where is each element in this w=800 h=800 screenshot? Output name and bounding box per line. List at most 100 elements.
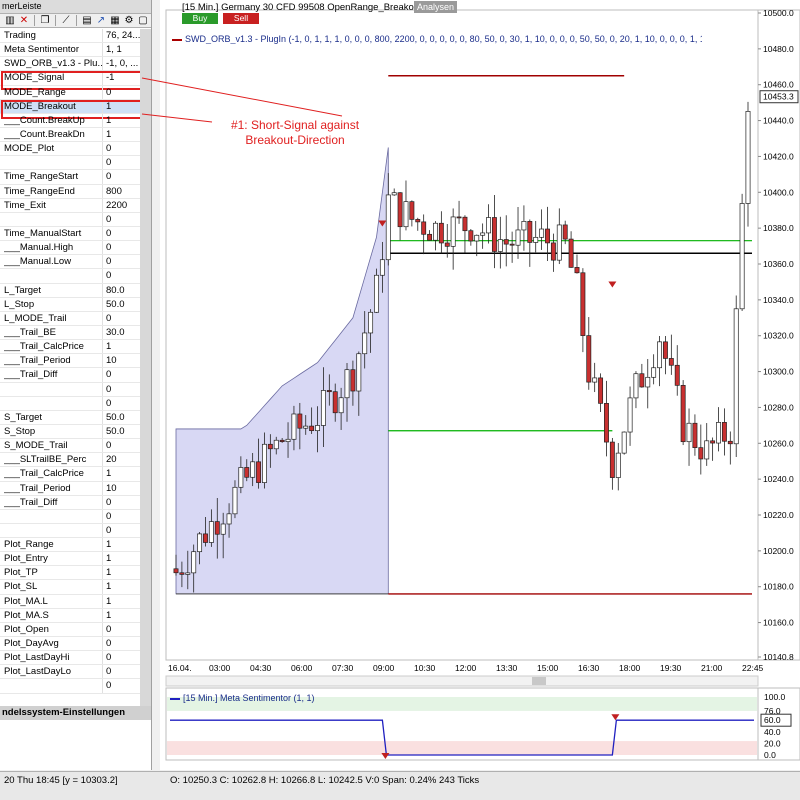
property-row[interactable]: S_Target 50.0 bbox=[0, 410, 151, 425]
property-row[interactable]: 0 bbox=[0, 679, 151, 694]
property-row[interactable]: Plot_Range 1 bbox=[0, 538, 151, 553]
time-label: 16.04. bbox=[168, 663, 192, 673]
status-datetime: 20 Thu 18:45 [y = 10303.2] bbox=[4, 775, 118, 786]
property-name: ___Manual.High bbox=[4, 242, 74, 254]
property-row[interactable]: 0 bbox=[0, 156, 151, 171]
property-row[interactable]: Meta Sentimentor 1, 1 bbox=[0, 43, 151, 58]
property-name: S_MODE_Trail bbox=[4, 440, 68, 452]
candle-body bbox=[409, 201, 415, 220]
property-row[interactable]: ___Count.BreakDn 1 bbox=[0, 127, 151, 143]
property-row[interactable]: S_MODE_Trail 0 bbox=[0, 439, 151, 454]
time-label: 18:00 bbox=[619, 663, 641, 673]
page-icon[interactable]: ▢ bbox=[137, 15, 149, 26]
property-row[interactable]: ___Trail_Period 10 bbox=[0, 354, 151, 369]
sentiment-scale-label: 60.0 bbox=[764, 715, 781, 725]
candle-body bbox=[592, 377, 598, 383]
property-row[interactable]: Plot_TP 1 bbox=[0, 566, 151, 581]
candle-body bbox=[633, 373, 639, 399]
property-divider bbox=[102, 396, 103, 410]
properties-panel: merLeiste ▥ ✕ ❐ ⟋ ▤ ↗ ▦ ⚙ ▢ Trading 76, 2… bbox=[0, 0, 152, 770]
property-divider bbox=[102, 29, 103, 43]
property-row[interactable]: Plot_Entry 1 bbox=[0, 552, 151, 567]
candle-body bbox=[580, 272, 586, 336]
property-row[interactable]: Time_ManualStart 0 bbox=[0, 226, 151, 242]
price-chart[interactable]: 10500.0 10480.0 10460.0 10440.0 10420.0 10400… bbox=[160, 0, 800, 770]
property-row[interactable]: SWD_ORB_v1.3 - Plu... -1, 0, ... bbox=[0, 57, 151, 72]
property-divider bbox=[102, 241, 103, 255]
analysen-button[interactable]: Analysen bbox=[414, 1, 458, 13]
property-row[interactable]: 0 bbox=[0, 269, 151, 284]
candle-body bbox=[303, 425, 309, 429]
property-row[interactable]: Plot_LastDayHi 0 bbox=[0, 651, 151, 666]
price-label: 10200.0 bbox=[763, 546, 794, 556]
property-row[interactable]: Plot_LastDayLo 0 bbox=[0, 665, 151, 680]
settings-icon[interactable]: ⚙ bbox=[123, 15, 135, 26]
property-name: MODE_Signal bbox=[4, 72, 65, 84]
property-divider bbox=[102, 43, 103, 57]
grid-icon[interactable]: ▦ bbox=[109, 15, 121, 26]
toolbar-tool-icon[interactable]: ▥ bbox=[4, 15, 16, 26]
property-row[interactable]: 0 bbox=[0, 396, 151, 411]
candle-body bbox=[627, 397, 633, 433]
property-row[interactable]: Time_RangeEnd 800 bbox=[0, 184, 151, 199]
property-row[interactable]: MODE_Range 0 bbox=[0, 85, 151, 100]
property-name: ___Count.BreakDn bbox=[4, 128, 85, 140]
candle-body bbox=[639, 373, 645, 388]
property-row[interactable]: MODE_Signal -1 bbox=[0, 71, 151, 91]
candle-body bbox=[657, 341, 662, 369]
property-row[interactable]: Time_RangeStart 0 bbox=[0, 170, 151, 185]
property-row[interactable]: 0 bbox=[0, 509, 151, 524]
panel-toolbar: ▥ ✕ ❐ ⟋ ▤ ↗ ▦ ⚙ ▢ bbox=[0, 14, 151, 28]
price-label: 10500.0 bbox=[763, 8, 794, 18]
property-row[interactable]: ___Trail_CalcPrice 1 bbox=[0, 340, 151, 355]
print-icon[interactable]: ▤ bbox=[81, 15, 93, 26]
property-row[interactable]: ___SLTrailBE_Perc 20 bbox=[0, 453, 151, 468]
property-row[interactable]: 0 bbox=[0, 523, 151, 539]
trend-icon[interactable]: ↗ bbox=[95, 15, 107, 26]
panel-scrollbar[interactable] bbox=[140, 29, 151, 709]
property-row[interactable]: ___Trail_Period 10 bbox=[0, 481, 151, 496]
property-divider bbox=[102, 523, 103, 538]
property-row[interactable]: Plot_SL 1 bbox=[0, 580, 151, 595]
property-row[interactable]: ___Trail_BE 30.0 bbox=[0, 325, 151, 341]
property-row[interactable]: S_Stop 50.0 bbox=[0, 424, 151, 440]
copy-icon[interactable]: ❐ bbox=[39, 15, 51, 26]
property-row[interactable]: ___Trail_Diff 0 bbox=[0, 495, 151, 510]
candle-body bbox=[680, 385, 686, 443]
buy-button[interactable]: Buy bbox=[182, 13, 218, 24]
annotation-text: #1: Short-Signal against Breakout-Direct… bbox=[220, 118, 370, 148]
property-row[interactable]: Plot_MA.L 1 bbox=[0, 594, 151, 609]
property-divider bbox=[102, 382, 103, 396]
property-row[interactable]: 0 bbox=[0, 212, 151, 227]
candle-body bbox=[609, 441, 615, 478]
sell-button[interactable]: Sell bbox=[223, 13, 259, 24]
property-name: ___Trail_Diff bbox=[4, 496, 58, 508]
property-row[interactable]: Trading 76, 24... bbox=[0, 29, 151, 44]
property-row[interactable]: Plot_Open 0 bbox=[0, 622, 151, 638]
candle-body bbox=[668, 358, 674, 366]
candle-body bbox=[332, 391, 338, 414]
price-label: 10440.0 bbox=[763, 116, 794, 126]
delete-icon[interactable]: ✕ bbox=[18, 15, 30, 26]
property-row[interactable]: L_Stop 50.0 bbox=[0, 297, 151, 312]
property-row[interactable]: Time_Exit 2200 bbox=[0, 198, 151, 213]
chart-icon[interactable]: ⟋ bbox=[60, 15, 72, 26]
sentiment-lower-zone bbox=[167, 741, 757, 755]
property-divider bbox=[102, 622, 103, 637]
property-row[interactable]: Plot_DayAvg 0 bbox=[0, 637, 151, 652]
property-row[interactable]: MODE_Plot 0 bbox=[0, 142, 151, 157]
property-row[interactable]: ___Manual.High 0 bbox=[0, 241, 151, 256]
property-row[interactable]: L_MODE_Trail 0 bbox=[0, 311, 151, 326]
property-row[interactable]: ___Trail_Diff 0 bbox=[0, 368, 151, 383]
property-row[interactable]: L_Target 80.0 bbox=[0, 283, 151, 298]
property-row[interactable]: MODE_Breakout 1 bbox=[0, 99, 151, 119]
property-row[interactable]: ___Count.BreakUp 1 bbox=[0, 113, 151, 128]
property-row[interactable]: ___Trail_CalcPrice 1 bbox=[0, 467, 151, 482]
property-row[interactable]: Plot_MA.S 1 bbox=[0, 608, 151, 623]
property-name: L_Target bbox=[4, 284, 41, 296]
property-name: Plot_LastDayLo bbox=[4, 666, 72, 678]
property-row[interactable]: 0 bbox=[0, 382, 151, 397]
property-name: ___Trail_Period bbox=[4, 482, 71, 494]
price-label: 10320.0 bbox=[763, 331, 794, 341]
property-row[interactable]: ___Manual.Low 0 bbox=[0, 255, 151, 270]
